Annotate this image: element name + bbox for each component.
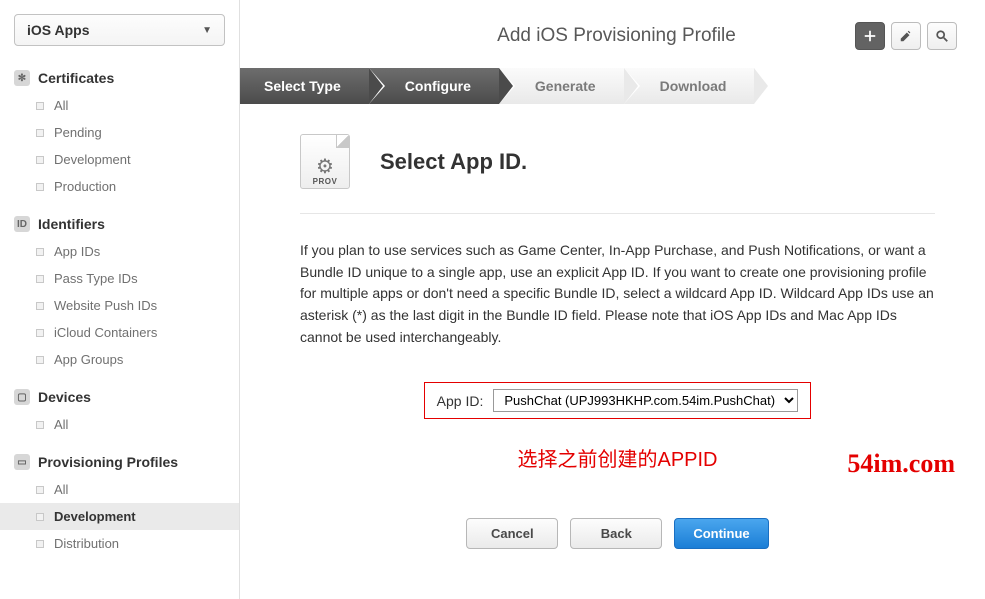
bullet-icon bbox=[36, 102, 44, 110]
top-actions bbox=[855, 22, 957, 50]
sidebar-item-app-ids[interactable]: App IDs bbox=[0, 238, 239, 265]
sidebar-item-label: Development bbox=[54, 509, 136, 524]
bullet-icon bbox=[36, 486, 44, 494]
main-panel: Add iOS Provisioning Profile Select Type… bbox=[240, 0, 985, 599]
cancel-button[interactable]: Cancel bbox=[466, 518, 558, 549]
sidebar-section-title: Devices bbox=[38, 389, 91, 405]
sidebar-item-production[interactable]: Production bbox=[0, 173, 239, 200]
sidebar-item-pending[interactable]: Pending bbox=[0, 119, 239, 146]
app-id-field-row: App ID: PushChat (UPJ993HKHP.com.54im.Pu… bbox=[424, 382, 812, 419]
sidebar: iOS Apps ▼ ✻ Certificates All Pending Develo… bbox=[0, 0, 240, 599]
sidebar-item-website-push-ids[interactable]: Website Push IDs bbox=[0, 292, 239, 319]
bullet-icon bbox=[36, 183, 44, 191]
sidebar-section-devices[interactable]: ▢ Devices bbox=[0, 383, 239, 411]
bullet-icon bbox=[36, 421, 44, 429]
description-text: If you plan to use services such as Game… bbox=[300, 240, 935, 348]
watermark-text: 54im.com bbox=[847, 449, 955, 479]
step-breadcrumb: Select TypeConfigureGenerateDownload bbox=[240, 68, 985, 104]
sidebar-item-label: Distribution bbox=[54, 536, 119, 551]
pencil-icon bbox=[899, 29, 913, 43]
bullet-icon bbox=[36, 156, 44, 164]
search-button[interactable] bbox=[927, 22, 957, 50]
sidebar-item-all[interactable]: All bbox=[0, 476, 239, 503]
bullet-icon bbox=[36, 329, 44, 337]
bullet-icon bbox=[36, 513, 44, 521]
sidebar-item-label: Development bbox=[54, 152, 131, 167]
sidebar-item-label: All bbox=[54, 417, 68, 432]
prov-file-label: PROV bbox=[313, 177, 338, 186]
provisioning-file-icon: ⚙ PROV bbox=[300, 134, 350, 189]
bullet-icon bbox=[36, 129, 44, 137]
sidebar-item-development[interactable]: Development bbox=[0, 146, 239, 173]
edit-button[interactable] bbox=[891, 22, 921, 50]
gear-icon: ⚙ bbox=[316, 157, 334, 177]
step-download[interactable]: Download bbox=[624, 68, 755, 104]
search-icon bbox=[935, 29, 949, 43]
bullet-icon bbox=[36, 302, 44, 310]
sidebar-item-label: All bbox=[54, 98, 68, 113]
sidebar-item-label: Production bbox=[54, 179, 116, 194]
sidebar-item-pass-type-ids[interactable]: Pass Type IDs bbox=[0, 265, 239, 292]
sidebar-section-title: Provisioning Profiles bbox=[38, 454, 178, 470]
sidebar-item-icloud-containers[interactable]: iCloud Containers bbox=[0, 319, 239, 346]
page-title: Add iOS Provisioning Profile bbox=[378, 25, 855, 47]
step-configure[interactable]: Configure bbox=[369, 68, 499, 104]
plus-icon bbox=[863, 29, 877, 43]
app-id-select[interactable]: PushChat (UPJ993HKHP.com.54im.PushChat) bbox=[493, 389, 798, 412]
bullet-icon bbox=[36, 275, 44, 283]
sidebar-section-provisioning-profiles[interactable]: ▭ Provisioning Profiles bbox=[0, 448, 239, 476]
section-heading: Select App ID. bbox=[380, 149, 527, 175]
app-category-label: iOS Apps bbox=[27, 22, 90, 38]
sidebar-item-all[interactable]: All bbox=[0, 92, 239, 119]
sidebar-item-development[interactable]: Development bbox=[0, 503, 239, 530]
step-generate[interactable]: Generate bbox=[499, 68, 624, 104]
sidebar-section-certificates[interactable]: ✻ Certificates bbox=[0, 64, 239, 92]
app-category-dropdown[interactable]: iOS Apps ▼ bbox=[14, 14, 225, 46]
button-row: Cancel Back Continue bbox=[300, 518, 935, 549]
sidebar-item-distribution[interactable]: Distribution bbox=[0, 530, 239, 557]
sidebar-item-label: App Groups bbox=[54, 352, 123, 367]
sidebar-item-app-groups[interactable]: App Groups bbox=[0, 346, 239, 373]
sidebar-item-label: App IDs bbox=[54, 244, 100, 259]
step-select-type[interactable]: Select Type bbox=[240, 68, 369, 104]
sidebar-section-identifiers[interactable]: ID Identifiers bbox=[0, 210, 239, 238]
continue-button[interactable]: Continue bbox=[674, 518, 768, 549]
sidebar-item-label: Pending bbox=[54, 125, 102, 140]
sidebar-section-title: Identifiers bbox=[38, 216, 105, 232]
sidebar-section-icon: ID bbox=[14, 216, 30, 232]
back-button[interactable]: Back bbox=[570, 518, 662, 549]
topbar: Add iOS Provisioning Profile bbox=[240, 0, 985, 62]
chevron-down-icon: ▼ bbox=[202, 25, 212, 36]
sidebar-item-label: Pass Type IDs bbox=[54, 271, 138, 286]
sidebar-item-label: iCloud Containers bbox=[54, 325, 157, 340]
sidebar-item-label: Website Push IDs bbox=[54, 298, 157, 313]
bullet-icon bbox=[36, 248, 44, 256]
app-id-label: App ID: bbox=[437, 393, 484, 409]
sidebar-section-icon: ✻ bbox=[14, 70, 30, 86]
annotation-text: 选择之前创建的APPID bbox=[300, 443, 935, 472]
bullet-icon bbox=[36, 540, 44, 548]
sidebar-section-icon: ▭ bbox=[14, 454, 30, 470]
add-button[interactable] bbox=[855, 22, 885, 50]
sidebar-section-icon: ▢ bbox=[14, 389, 30, 405]
content-area: ⚙ PROV Select App ID. If you plan to use… bbox=[240, 104, 985, 599]
sidebar-item-label: All bbox=[54, 482, 68, 497]
sidebar-section-title: Certificates bbox=[38, 70, 114, 86]
sidebar-item-all[interactable]: All bbox=[0, 411, 239, 438]
bullet-icon bbox=[36, 356, 44, 364]
